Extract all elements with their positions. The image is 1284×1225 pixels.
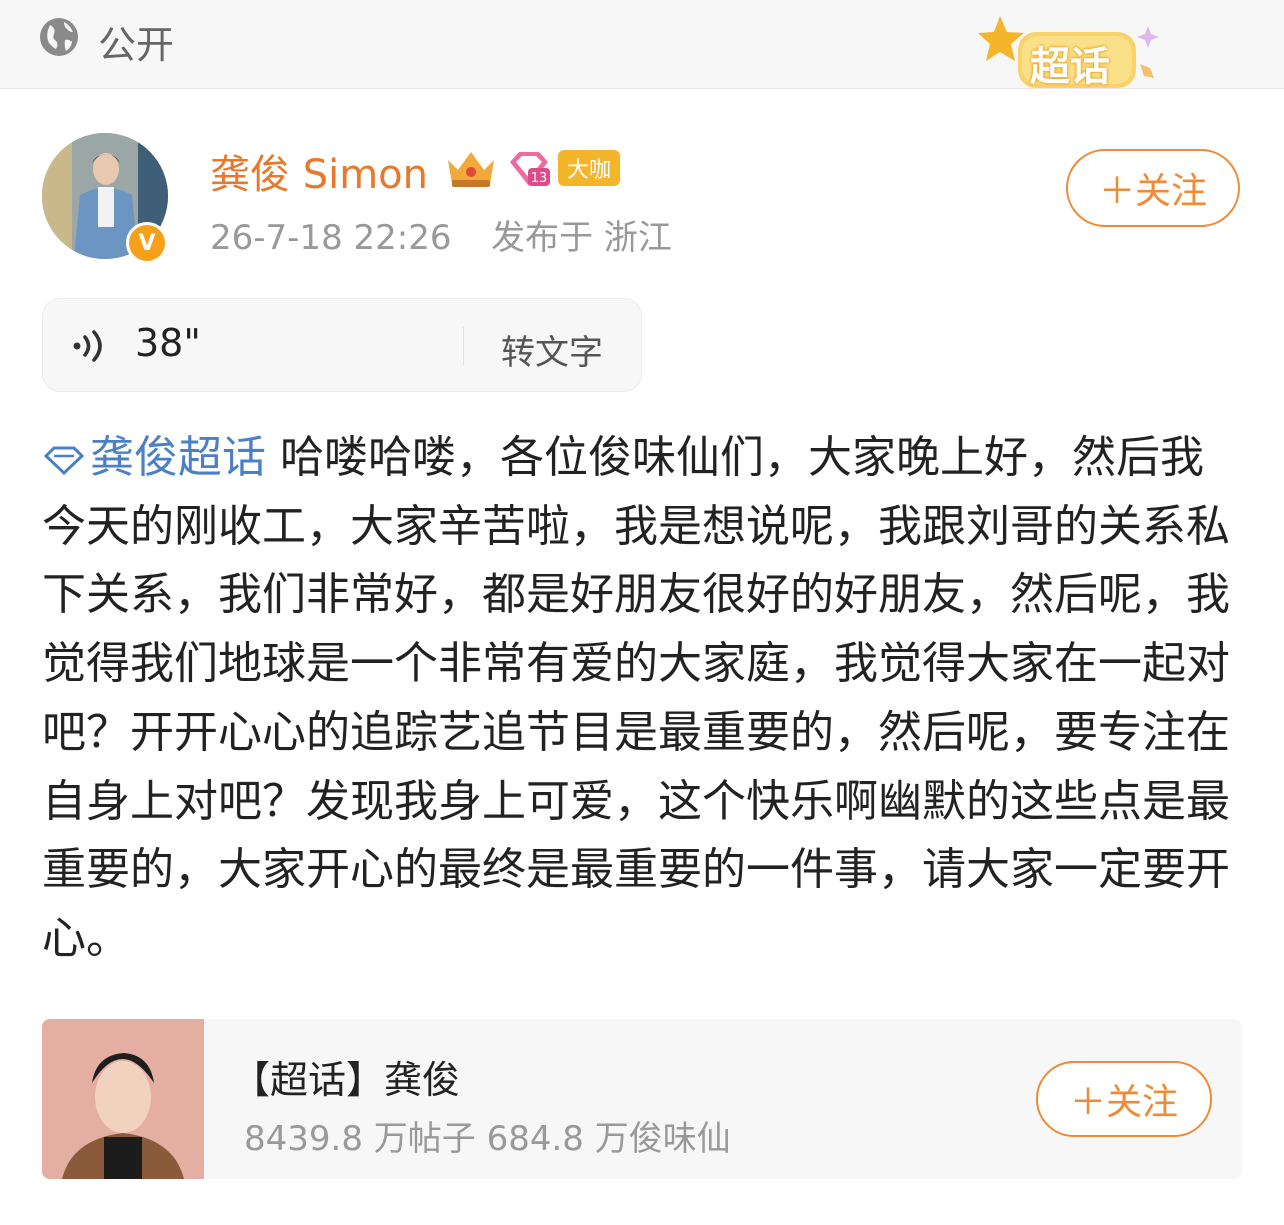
to-text-button[interactable]: 转文字 [501, 325, 603, 374]
topic-label: 龚俊超话 [90, 432, 266, 483]
username[interactable]: 龚俊 Simon [210, 142, 428, 200]
card-title: 【超话】龚俊 [232, 1058, 461, 1102]
post-content: 龚俊超话 哈喽哈喽，各位俊味仙们，大家晚上好，然后我今天的刚收工，大家辛苦啦，我… [42, 424, 1242, 974]
chaohua-badge[interactable]: 超话 [978, 12, 1178, 98]
post-meta: 26-7-18 22:26 发布于 浙江 [210, 210, 672, 259]
card-thumbnail-photo [42, 1019, 204, 1179]
voice-divider [463, 327, 464, 365]
svg-text:13: 13 [531, 171, 548, 186]
crown-icon [448, 152, 494, 187]
follow-button[interactable]: ＋关注 [1066, 149, 1240, 227]
verified-badge-icon: V [126, 222, 168, 264]
post-body-text: 哈喽哈喽，各位俊味仙们，大家晚上好，然后我今天的刚收工，大家辛苦啦，我是想说呢，… [42, 432, 1230, 964]
visibility-label: 公开 [98, 23, 175, 67]
voice-wave-icon [73, 330, 102, 362]
card-thumbnail [42, 1019, 204, 1179]
diamond-topic-icon [43, 446, 85, 475]
card-follow-button[interactable]: ＋关注 [1036, 1061, 1212, 1137]
daka-badge: 大咖 [558, 150, 620, 186]
topic-link[interactable]: 龚俊超话 [42, 432, 266, 483]
location: 发布于 浙江 [491, 218, 672, 258]
voice-message[interactable]: 38" 转文字 [42, 298, 642, 392]
card-stats: 8439.8 万帖子 684.8 万俊味仙 [244, 1119, 731, 1159]
supertopic-card[interactable]: 【超话】龚俊 8439.8 万帖子 684.8 万俊味仙 ＋关注 [42, 1019, 1242, 1179]
voice-duration: 38" [135, 321, 201, 365]
level-badge-icon: 13 [510, 152, 550, 186]
chaohua-badge-label: 超话 [1030, 44, 1110, 90]
timestamp: 26-7-18 22:26 [210, 218, 452, 258]
globe-icon [40, 18, 78, 56]
top-bar: 公开 超话 [0, 0, 1284, 90]
